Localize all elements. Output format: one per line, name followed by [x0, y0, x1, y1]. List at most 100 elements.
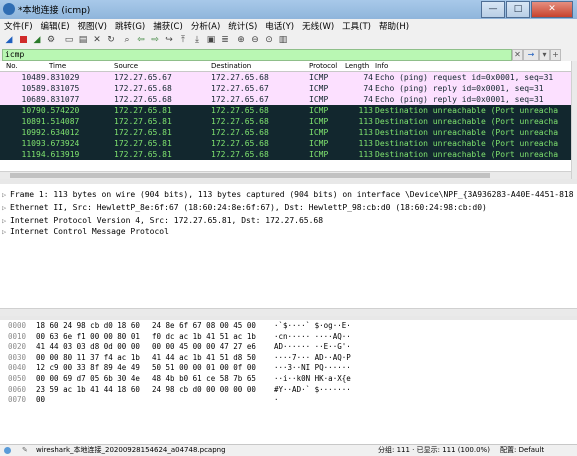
title-bar[interactable]: *本地连接 (icmp) — □ ✕: [0, 0, 577, 20]
find-packet-icon[interactable]: ⌕: [122, 35, 132, 45]
add-filter-button-icon[interactable]: +: [550, 49, 561, 61]
expand-arrow-icon[interactable]: ▷: [2, 227, 10, 238]
filter-history-chevron-icon[interactable]: ▾: [539, 49, 550, 61]
byte-hex2: f0 dc ac 1b 41 51 ac 1b: [152, 331, 256, 341]
stop-capture-icon[interactable]: [18, 35, 28, 45]
byte-row[interactable]: 0040 12 c9 00 33 8f 89 4e 49 50 51 00 00 0…: [0, 363, 577, 373]
go-forward-icon[interactable]: ⇨: [150, 35, 160, 45]
packet-cell-source: 172.27.65.81: [114, 128, 172, 137]
packet-details-pane: ▷ Frame 1: 113 bytes on wire (904 bits), …: [0, 184, 577, 308]
go-last-packet-icon[interactable]: ⤓: [192, 35, 202, 45]
byte-row[interactable]: 0070 00 ·: [0, 395, 577, 405]
packet-row[interactable]: 105 89.831075 172.27.65.68 172.27.65.67 ICMP…: [0, 83, 571, 94]
packet-cell-destination: 172.27.65.68: [211, 128, 269, 137]
packet-cell-protocol: ICMP: [309, 84, 329, 93]
byte-ascii: ··i··k0N HK·a·X{e: [274, 374, 351, 383]
menu-tools[interactable]: 工具(T): [338, 19, 375, 33]
expand-arrow-icon[interactable]: ▷: [2, 203, 10, 214]
byte-hex2: 48 4b b0 61 ce 58 7b 65: [152, 374, 256, 383]
byte-row[interactable]: 0050 00 00 69 d7 05 6b 30 4e 48 4b b0 61 c…: [0, 374, 577, 384]
packet-cell-no: 111: [21, 150, 36, 159]
byte-offset: 0070: [8, 395, 27, 405]
packet-cell-no: 110: [21, 139, 36, 148]
zoom-out-icon[interactable]: ⊖: [250, 35, 260, 45]
detail-row-icmp[interactable]: ▷ Internet Control Message Protocol: [2, 226, 577, 237]
menu-help[interactable]: 帮助(H): [375, 19, 413, 33]
shark-fin-start-icon[interactable]: ◢: [4, 35, 14, 45]
packet-cell-no: 104: [21, 73, 36, 82]
byte-hex2: 24 8e 6f 67 08 00 45 00: [152, 321, 256, 330]
go-back-icon[interactable]: ⇦: [136, 35, 146, 45]
packet-cell-info: Echo (ping) request id=0x0001, seq=31: [375, 73, 554, 82]
restart-capture-icon[interactable]: ◢: [32, 35, 42, 45]
packet-row[interactable]: 108 91.514087 172.27.65.81 172.27.65.68 ICMP…: [0, 116, 571, 127]
packet-cell-destination: 172.27.65.68: [211, 150, 269, 159]
menu-view[interactable]: 视图(V): [74, 19, 111, 33]
maximize-button[interactable]: □: [506, 1, 530, 18]
menu-statistics[interactable]: 统计(S): [224, 19, 261, 33]
close-button[interactable]: ✕: [531, 1, 573, 18]
packet-row[interactable]: 109 92.634012 172.27.65.81 172.27.65.68 ICMP…: [0, 127, 571, 138]
packet-row[interactable]: 107 90.574220 172.27.65.81 172.27.65.68 ICMP…: [0, 105, 571, 116]
menu-go[interactable]: 跳转(G): [111, 19, 149, 33]
column-header-time[interactable]: Time: [49, 62, 66, 70]
capture-options-gear-icon[interactable]: ⚙: [46, 35, 56, 45]
menu-telephony[interactable]: 电话(Y): [261, 19, 298, 33]
detail-row-frame[interactable]: ▷ Frame 1: 113 bytes on wire (904 bits), …: [2, 189, 577, 200]
zoom-normal-icon[interactable]: ⊙: [264, 35, 274, 45]
byte-row[interactable]: 0010 00 63 6e f1 00 00 80 01 f0 dc ac 1b 4…: [0, 332, 577, 342]
packet-cell-protocol: ICMP: [309, 128, 329, 137]
save-file-icon[interactable]: ▤: [78, 35, 88, 45]
byte-hex1: 23 59 ac 1b 41 44 18 60: [36, 384, 140, 394]
status-profile[interactable]: 配置: Default: [500, 445, 544, 456]
detail-row-ipv4[interactable]: ▷ Internet Protocol Version 4, Src: 172.2…: [2, 215, 577, 226]
minimize-button[interactable]: —: [481, 1, 505, 18]
expand-arrow-icon[interactable]: ▷: [2, 190, 10, 201]
expert-info-icon[interactable]: [4, 447, 11, 454]
close-file-icon[interactable]: ✕: [92, 35, 102, 45]
byte-offset: 0000: [8, 321, 27, 330]
packet-row[interactable]: 104 89.831029 172.27.65.67 172.27.65.68 ICMP…: [0, 72, 571, 83]
display-filter-input[interactable]: icmp: [2, 49, 512, 61]
colorize-icon[interactable]: ≣: [220, 35, 230, 45]
packet-list-vertical-scrollbar[interactable]: [571, 61, 577, 179]
apply-filter-arrow-icon[interactable]: →: [523, 49, 539, 61]
go-first-packet-icon[interactable]: ⤒: [178, 35, 188, 45]
packet-cell-no: 106: [21, 95, 36, 104]
detail-row-ethernet[interactable]: ▷ Ethernet II, Src: HewlettP_8e:6f:67 (18…: [2, 202, 577, 213]
byte-row[interactable]: 0020 41 44 03 03 d8 0d 00 00 00 00 45 00 0…: [0, 342, 577, 352]
menu-capture[interactable]: 捕获(C): [149, 19, 187, 33]
scrollbar-thumb[interactable]: [10, 173, 490, 178]
byte-row[interactable]: 0030 00 00 80 11 37 f4 ac 1b 41 44 ac 1b 4…: [0, 353, 577, 363]
menu-wireless[interactable]: 无线(W): [298, 19, 338, 33]
reload-file-icon[interactable]: ↻: [106, 35, 116, 45]
byte-offset: 0030: [8, 352, 27, 362]
column-header-protocol[interactable]: Protocol: [309, 62, 337, 70]
clear-filter-icon[interactable]: ✕: [512, 49, 523, 61]
zoom-in-icon[interactable]: ⊕: [236, 35, 246, 45]
packet-row[interactable]: 111 94.613919 172.27.65.81 172.27.65.68 ICMP…: [0, 149, 571, 160]
auto-scroll-icon[interactable]: ▣: [206, 35, 216, 45]
column-header-info[interactable]: Info: [375, 62, 388, 70]
capture-comment-icon[interactable]: ✎: [22, 445, 28, 456]
byte-row[interactable]: 0060 23 59 ac 1b 41 44 18 60 24 98 cb d0 0…: [0, 385, 577, 395]
open-file-icon[interactable]: ▭: [64, 35, 74, 45]
resize-columns-icon[interactable]: ▥: [278, 35, 288, 45]
packet-cell-info: Destination unreachable (Port unreacha: [375, 150, 559, 159]
column-header-length[interactable]: Length: [345, 62, 369, 70]
packet-cell-info: Destination unreachable (Port unreacha: [375, 128, 559, 137]
byte-row[interactable]: 0000 18 60 24 98 cb d0 18 60 24 8e 6f 67 0…: [0, 321, 577, 331]
packet-row[interactable]: 106 89.831077 172.27.65.68 172.27.65.67 ICMP…: [0, 94, 571, 105]
column-header-source[interactable]: Source: [114, 62, 138, 70]
go-to-packet-icon[interactable]: ↪: [164, 35, 174, 45]
packet-row[interactable]: 110 93.673924 172.27.65.81 172.27.65.68 ICMP…: [0, 138, 571, 149]
menu-file[interactable]: 文件(F): [0, 19, 37, 33]
menu-edit[interactable]: 编辑(E): [37, 19, 74, 33]
column-header-no[interactable]: No.: [6, 62, 18, 70]
packet-cell-destination: 172.27.65.68: [211, 106, 269, 115]
packet-cell-time: 92.634012: [36, 128, 80, 137]
byte-ascii: ·: [274, 395, 279, 405]
column-header-destination[interactable]: Destination: [211, 62, 251, 70]
menu-analyze[interactable]: 分析(A): [187, 19, 224, 33]
byte-hex1: 00: [36, 395, 46, 405]
